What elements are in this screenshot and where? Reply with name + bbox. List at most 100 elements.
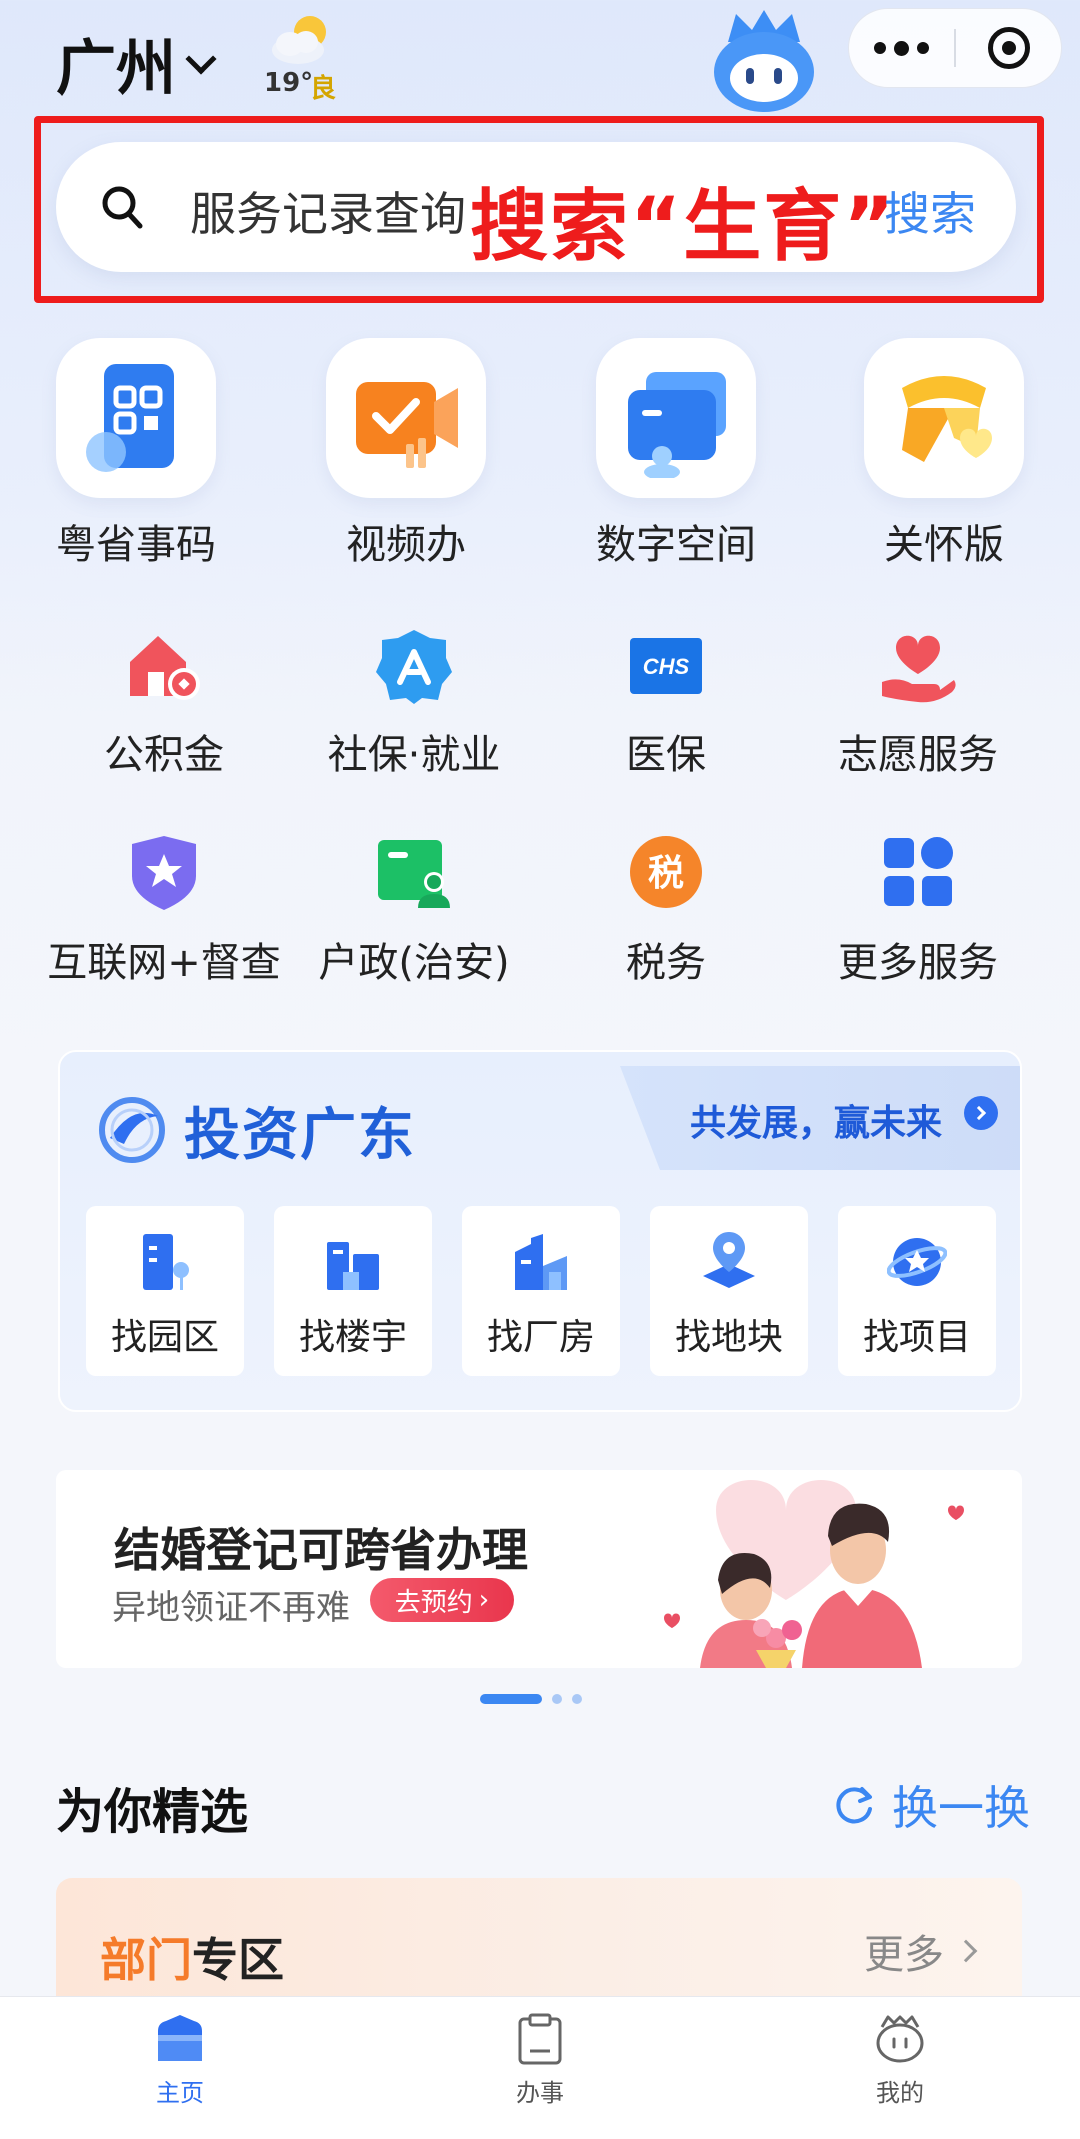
invest-item-park[interactable]: 找园区 [86,1206,244,1376]
service-label: 税务 [626,940,706,986]
department-zone-title: 部门专区 [100,1924,284,1990]
social-security-icon [376,630,452,704]
service-housing-fund[interactable] [124,626,204,706]
banner-cta-button[interactable]: 去预约 › [370,1578,514,1622]
search-annotation: 搜索“生育” [470,182,897,272]
invest-logo-icon [99,1097,165,1163]
quick-service-label: 数字空间 [596,522,756,568]
quick-service-care-mode[interactable] [864,338,1024,498]
qr-code-icon [86,364,174,472]
dot [917,42,929,54]
chevron-right-icon [954,1939,978,1963]
weather-widget[interactable]: 19° 良 [262,10,342,104]
house-fund-icon [130,636,200,700]
carousel-dot-active [480,1694,542,1704]
invest-title: 投资广东 [184,1103,416,1168]
search-icon [102,186,143,229]
invest-item-project[interactable]: 找项目 [838,1206,996,1376]
invest-item-label: 找地块 [674,1317,783,1358]
tab-home[interactable]: 主页 [80,1997,280,2139]
banner-cta-label: 去预约 [394,1587,473,1618]
invest-item-label: 找园区 [110,1317,219,1358]
chevron-down-icon [185,42,217,75]
tab-profile[interactable]: 我的 [800,1997,1000,2139]
cloud-sun-icon [272,16,326,64]
banner-title: 结婚登记可跨省办理 [114,1523,528,1577]
dot [894,40,909,56]
invest-item-land[interactable]: 找地块 [650,1206,808,1376]
target-icon [987,27,1030,69]
dot [874,42,886,54]
service-label: 医保 [626,732,706,778]
quick-service-video[interactable] [326,338,486,498]
invest-item-label: 找楼宇 [298,1317,407,1358]
more-options-button[interactable] [849,9,954,87]
department-zone-highlight: 部门 [100,1933,192,1987]
profile-face-icon [876,2015,924,2063]
shield-star-icon [132,836,196,910]
service-social-security[interactable] [374,626,454,706]
search-bar[interactable]: 服务记录查询 搜索“生育” 搜索 [56,142,1016,272]
bottom-tab-bar: 主页 办事 我的 [0,1996,1080,2139]
search-button[interactable]: 搜索 [884,178,976,244]
chevron-right-icon[interactable] [964,1096,998,1130]
banner-subtitle: 异地领证不再难 [112,1588,350,1628]
service-medical-insurance[interactable]: CHS [626,626,706,706]
quick-service-digital-space[interactable] [596,338,756,498]
quick-service-label: 关怀版 [884,522,1004,568]
service-label: 户政(治安) [318,940,510,986]
refresh-icon [836,1787,872,1824]
tab-services[interactable]: 办事 [440,1997,640,2139]
search-placeholder: 服务记录查询 [190,187,466,241]
invest-item-factory[interactable]: 找厂房 [462,1206,620,1376]
service-household-registration[interactable] [374,832,454,912]
video-camera-icon [356,382,458,468]
grid-icon [884,837,953,906]
carousel-dot [552,1694,562,1704]
tab-label: 主页 [156,2079,204,2107]
id-card-icon [378,840,450,908]
weather-temp: 19° [264,68,314,98]
service-volunteer[interactable] [878,626,958,706]
scarf-heart-icon [902,376,992,462]
invest-item-label: 找项目 [862,1317,971,1358]
couple-illustration-icon [664,1480,964,1668]
tax-icon: 税 [630,836,702,908]
quick-service-label: 粤省事码 [56,522,216,568]
carousel-indicator [480,1694,582,1704]
marriage-banner[interactable]: 结婚登记可跨省办理 异地领证不再难 去预约 › [56,1470,1022,1668]
service-more[interactable] [878,832,958,912]
quick-service-qr[interactable] [56,338,216,498]
park-icon [143,1234,189,1290]
city-name: 广州 [56,34,176,104]
tab-label: 我的 [876,2079,924,2107]
invest-slogan[interactable]: 共发展，赢未来 [690,1094,942,1146]
building-icon [327,1242,379,1290]
refresh-label: 换一换 [892,1781,1030,1835]
city-selector[interactable]: 广州 [56,20,217,107]
project-icon [887,1238,947,1286]
quick-service-label: 视频办 [346,522,466,568]
refresh-button[interactable]: 换一换 [832,1772,1030,1838]
heart-hand-icon [882,635,956,703]
mascot-icon [714,10,814,112]
service-label: 社保·就业 [327,732,501,778]
land-pin-icon [703,1232,755,1288]
factory-icon [515,1234,567,1290]
service-label: 互联网+督查 [47,940,281,986]
close-mini-program-button[interactable] [956,9,1061,87]
service-tax[interactable]: 税 [626,832,706,912]
department-more-label: 更多 [864,1932,944,1978]
service-label: 更多服务 [838,940,998,986]
wallet-icon [628,372,726,478]
mascot-avatar[interactable] [706,6,822,114]
home-icon [158,2015,202,2061]
air-quality: 良 [310,74,337,104]
service-label: 公积金 [104,732,224,778]
picks-section-title: 为你精选 [56,1784,249,1840]
service-label: 志愿服务 [838,732,998,778]
svg-text:税: 税 [648,853,684,894]
invest-item-building[interactable]: 找楼宇 [274,1206,432,1376]
department-more-link[interactable]: 更多 [864,1922,978,1980]
service-internet-supervision[interactable] [124,832,204,912]
